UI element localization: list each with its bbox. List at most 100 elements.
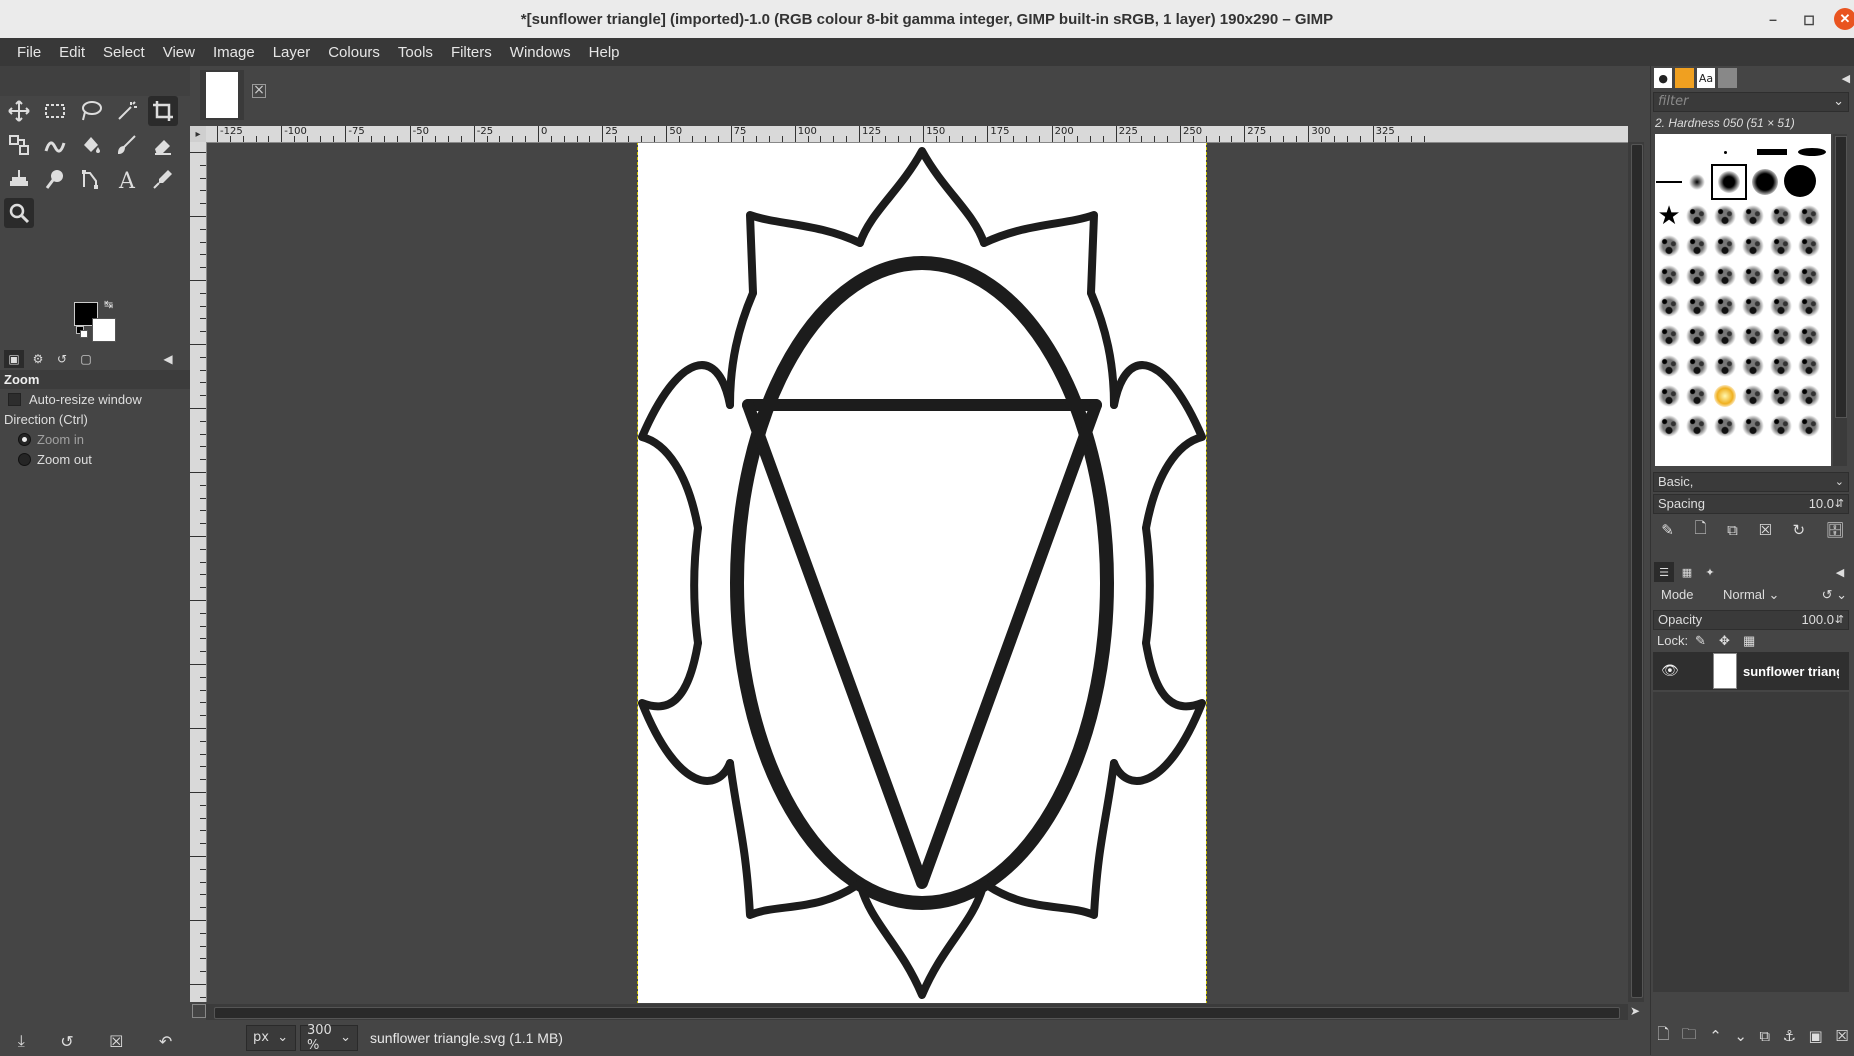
brushes-tab-icon[interactable]: ●	[1654, 68, 1673, 88]
paintbrush-icon[interactable]	[112, 130, 142, 160]
new-brush-icon[interactable]: 🗋	[1694, 518, 1706, 543]
brush-item[interactable]	[1767, 412, 1795, 440]
paths-icon[interactable]	[76, 164, 106, 194]
save-options-icon[interactable]: ⤓	[18, 1031, 25, 1051]
brush-item[interactable]	[1683, 202, 1711, 230]
brush-item[interactable]	[1767, 232, 1795, 260]
horizontal-scroll-thumb[interactable]	[214, 1007, 1620, 1019]
fuzzy-select-icon[interactable]	[112, 96, 142, 126]
refresh-brushes-icon[interactable]: ↻	[1792, 521, 1805, 539]
brush-item[interactable]	[1683, 168, 1711, 196]
duplicate-brush-icon[interactable]: ⧉	[1727, 521, 1738, 539]
star-brush-icon[interactable]: ★	[1655, 201, 1683, 231]
menu-layer[interactable]: Layer	[264, 44, 320, 61]
auto-resize-option[interactable]: Auto-resize window	[0, 389, 190, 409]
brush-item[interactable]	[1739, 262, 1767, 290]
image-canvas[interactable]	[637, 143, 1207, 1003]
fonts-tab-icon[interactable]: Aa	[1696, 68, 1716, 88]
clone-icon[interactable]	[4, 164, 34, 194]
images-tab-icon[interactable]: ▢	[76, 350, 96, 368]
menu-view[interactable]: View	[154, 44, 204, 61]
default-colors-icon[interactable]	[76, 326, 88, 338]
brush-tag-select[interactable]: Basic, ⌄	[1653, 472, 1849, 492]
text-icon[interactable]: A	[112, 164, 142, 194]
visibility-eye-icon[interactable]: 👁	[1661, 663, 1683, 679]
background-color[interactable]	[92, 318, 116, 342]
brush-item[interactable]	[1683, 262, 1711, 290]
vertical-scrollbar[interactable]	[1628, 142, 1644, 1002]
brush-item[interactable]	[1683, 412, 1711, 440]
spacing-field[interactable]: Spacing 10.0 ⇵	[1653, 494, 1849, 514]
spacing-value[interactable]: 10.0	[1809, 495, 1834, 513]
brush-item[interactable]	[1767, 262, 1795, 290]
brush-filter-input[interactable]: filter ⌄	[1653, 92, 1849, 112]
opacity-field[interactable]: Opacity 100.0 ⇵	[1653, 610, 1849, 630]
document-history-tab-icon[interactable]	[1718, 68, 1737, 88]
vertical-scroll-thumb[interactable]	[1631, 144, 1643, 998]
opacity-value[interactable]: 100.0	[1801, 611, 1834, 629]
brush-item[interactable]	[1783, 164, 1817, 198]
zoom-select[interactable]: 300 % ⌄	[300, 1023, 358, 1053]
delete-brush-icon[interactable]: ☒	[1758, 521, 1771, 539]
brush-item[interactable]	[1655, 292, 1683, 320]
brush-item[interactable]	[1795, 352, 1823, 380]
layer-mode-reset-icon[interactable]: ↺ ⌄	[1822, 586, 1847, 604]
brush-item[interactable]	[1739, 412, 1767, 440]
navigate-icon[interactable]: ➤	[1630, 1004, 1644, 1020]
brush-item[interactable]	[1795, 138, 1829, 166]
swap-colors-icon[interactable]: ↹	[104, 298, 113, 311]
brush-item[interactable]	[1655, 412, 1683, 440]
free-select-icon[interactable]	[76, 96, 106, 126]
duplicate-layer-icon[interactable]: ⧉	[1759, 1027, 1770, 1045]
layer-name[interactable]: sunflower triangle	[1743, 664, 1839, 679]
channels-tab-icon[interactable]: ▦	[1677, 562, 1697, 582]
brush-item[interactable]	[1767, 382, 1795, 410]
brush-grid-scrollbar[interactable]	[1833, 134, 1847, 466]
lower-layer-icon[interactable]: ⌄	[1734, 1027, 1747, 1045]
brush-item[interactable]	[1683, 232, 1711, 260]
zoom-icon[interactable]	[4, 198, 34, 228]
eraser-icon[interactable]	[148, 130, 178, 160]
delete-layer-icon[interactable]: ☒	[1835, 1027, 1848, 1045]
brush-item[interactable]	[1683, 352, 1711, 380]
brush-item[interactable]	[1739, 322, 1767, 350]
brush-item[interactable]	[1739, 232, 1767, 260]
brush-item[interactable]	[1739, 382, 1767, 410]
configure-tab-icon[interactable]: ◀	[158, 350, 178, 368]
rect-select-icon[interactable]	[40, 96, 70, 126]
brush-item[interactable]	[1711, 292, 1739, 320]
brush-item[interactable]	[1683, 292, 1711, 320]
brush-item[interactable]	[1795, 382, 1823, 410]
maximize-icon[interactable]: ◻	[1798, 8, 1820, 30]
anchor-layer-icon[interactable]: ⚓	[1783, 1027, 1796, 1045]
brush-item[interactable]	[1795, 262, 1823, 290]
menu-image[interactable]: Image	[204, 44, 264, 61]
patterns-tab-icon[interactable]	[1675, 68, 1694, 88]
brush-item[interactable]	[1767, 322, 1795, 350]
brush-item[interactable]	[1795, 202, 1823, 230]
delete-options-icon[interactable]: ☒	[109, 1032, 123, 1051]
tool-options-tab-icon[interactable]: ▣	[4, 350, 24, 368]
zoom-in-option[interactable]: Zoom in	[0, 429, 190, 449]
brush-item[interactable]	[1739, 202, 1767, 230]
menu-filters[interactable]: Filters	[442, 44, 501, 61]
undo-history-tab-icon[interactable]: ↺	[52, 350, 72, 368]
new-layer-icon[interactable]: 🗋	[1657, 1024, 1669, 1049]
zoom-out-radio[interactable]	[18, 452, 31, 466]
auto-resize-checkbox[interactable]	[8, 392, 21, 406]
brush-item[interactable]	[1711, 138, 1739, 166]
smudge-icon[interactable]	[40, 164, 70, 194]
brush-item-selected[interactable]	[1711, 164, 1747, 200]
brush-item[interactable]	[1755, 138, 1789, 166]
brush-item[interactable]	[1711, 382, 1739, 410]
bucket-fill-icon[interactable]	[76, 130, 106, 160]
horizontal-scrollbar[interactable]	[206, 1004, 1628, 1020]
brush-item[interactable]	[1655, 382, 1683, 410]
crop-icon[interactable]	[148, 96, 178, 126]
layer-row[interactable]: 👁 sunflower triangle	[1653, 652, 1849, 690]
brush-item[interactable]	[1711, 322, 1739, 350]
brush-as-image-icon[interactable]: 🗄	[1826, 521, 1845, 539]
layer-mask-icon[interactable]: ▣	[1809, 1027, 1823, 1045]
lock-pixels-icon[interactable]: ✎	[1695, 632, 1706, 650]
brush-item[interactable]	[1711, 262, 1739, 290]
